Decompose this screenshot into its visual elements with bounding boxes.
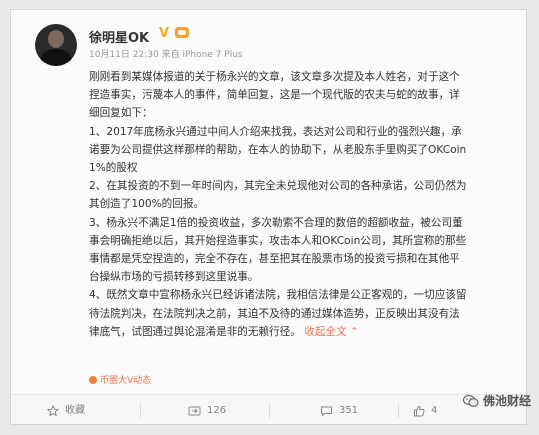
action-bar: 收藏 126 351 4 <box>11 394 526 424</box>
wechat-logo-icon <box>462 394 479 407</box>
post-line: 诺要为公司提供这样那样的帮助，在本人的协助下，从老股东手里购买了OKCoin <box>89 143 467 156</box>
post-meta: 10月11日 22:30 来自 iPhone 7 Plus <box>89 47 243 60</box>
watermark-text: 佛池财经 <box>482 394 531 408</box>
source-dot-icon <box>89 376 97 384</box>
post-line: 事情都是凭空捏造的，完全不存在，甚至把其在股票市场的投资亏损和在其他平 <box>89 253 460 266</box>
action-divider <box>269 404 270 418</box>
like-button[interactable]: 4 <box>413 395 438 424</box>
favorite-button[interactable]: 收藏 <box>47 395 85 424</box>
thumbs-up-icon <box>414 405 425 417</box>
action-divider <box>398 404 399 418</box>
star-icon <box>47 405 59 417</box>
avatar-head <box>48 30 64 48</box>
post-line: 待法院判决，在法院判决之前，其迫不及待的通过媒体造势，正反映出其没有法 <box>89 307 460 320</box>
watermark: 佛池财经 <box>462 392 531 409</box>
comment-count: 351 <box>339 405 359 416</box>
post-timestamp[interactable]: 10月11日 22:30 <box>89 50 159 60</box>
collapse-text-link[interactable]: 收起全文 ⌃ <box>304 326 359 338</box>
post-line: 其创造了100%的回报。 <box>89 198 205 211</box>
weibo-post-card: 徐明星OK V 10月11日 22:30 来自 iPhone 7 Plus 刚刚… <box>10 9 527 425</box>
comment-button[interactable]: 351 <box>320 395 359 424</box>
post-line: 刚刚看到某媒体报道的关于杨永兴的文章，该文章多次提及本人姓名，对于这个 <box>89 71 460 83</box>
like-count: 4 <box>431 405 438 416</box>
post-line: 2、在其投资的不到一年时间内，其完全未兑现他对公司的各种承诺，公司仍然为 <box>89 180 467 193</box>
post-line: 3、杨永兴不满足1倍的投资收益，多次勒索不合理的数倍的超额收益，被公司董 <box>89 216 463 229</box>
verified-badge: V <box>159 26 170 41</box>
post-line: 1%的股权 <box>89 162 138 175</box>
action-divider <box>140 404 141 418</box>
crown-icon <box>175 27 189 38</box>
post-line: 细回复如下： <box>89 107 153 120</box>
author-name[interactable]: 徐明星OK <box>89 27 149 46</box>
post-line-text: 律底气，试图通过舆论混淆是非的无赖行径。 <box>89 325 301 338</box>
avatar-body <box>41 49 71 66</box>
post-body: 刚刚看到某媒体报道的关于杨永兴的文章，该文章多次提及本人姓名，对于这个 捏造事实… <box>89 68 511 341</box>
favorite-label: 收藏 <box>65 405 85 416</box>
post-line: 捏造事实，污蔑本人的事件，简单回复，这是一个现代版的农夫与蛇的故事，详 <box>89 89 460 102</box>
collapse-label: 收起全文 <box>304 325 347 338</box>
repost-button[interactable]: 126 <box>188 395 227 424</box>
post-line-last: 律底气，试图通过舆论混淆是非的无赖行径。 收起全文 ⌃ <box>89 323 511 341</box>
comment-icon <box>321 406 332 417</box>
source-tag[interactable]: 币圈大V动态 <box>89 373 151 386</box>
post-line: 1、2017年底杨永兴通过中间人介绍来找我，表达对公司和行业的强烈兴趣，承 <box>89 125 462 138</box>
repost-icon <box>188 406 201 416</box>
post-source-device: 来自 iPhone 7 Plus <box>161 50 243 60</box>
post-line: 事会明确拒绝以后，其开始捏造事实，攻击本人和OKCoin公司，其所宣称的那些 <box>89 234 467 247</box>
source-tag-label: 币圈大V动态 <box>100 376 152 386</box>
post-line: 4、既然文章中宣称杨永兴已经诉诸法院，我相信法律是公正客观的，一切应该留 <box>89 289 467 302</box>
author-avatar[interactable] <box>35 24 77 66</box>
post-line: 台操纵市场的亏损转移到这里说事。 <box>89 271 259 284</box>
chevron-up-icon: ⌃ <box>346 325 359 338</box>
repost-count: 126 <box>207 405 227 416</box>
